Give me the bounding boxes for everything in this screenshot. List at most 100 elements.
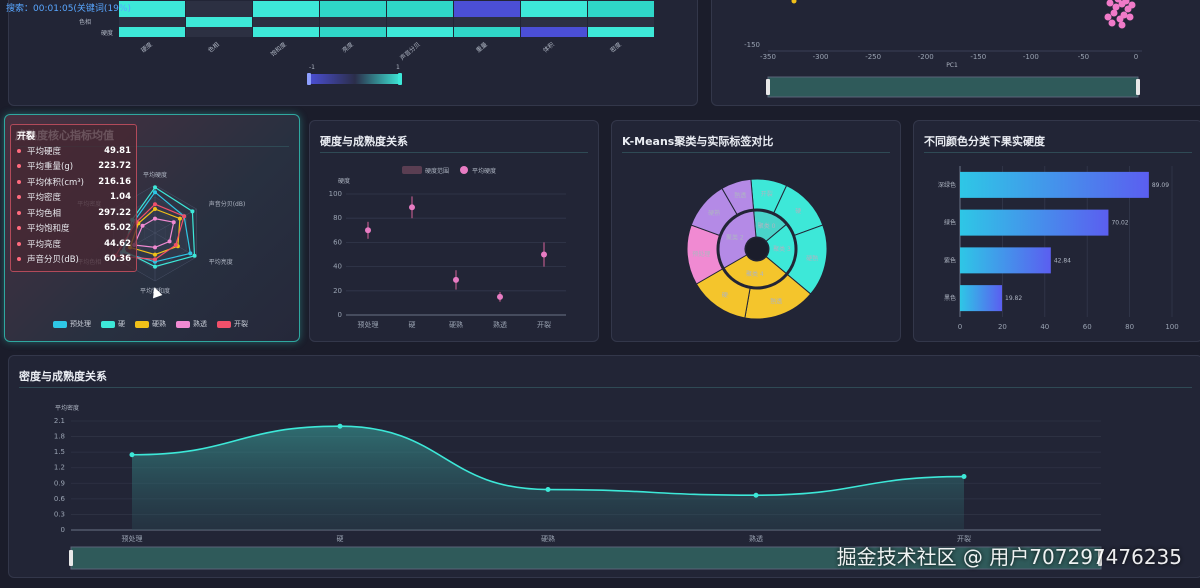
heatmap-scale-handle-min[interactable] xyxy=(307,73,311,85)
tooltip-bullet xyxy=(17,179,21,184)
heatmap-cell xyxy=(387,1,453,17)
radar-axis-label: 声音分贝(dB) xyxy=(209,200,246,208)
pca-scatter-panel: -150 -350 -300 -250 -200 -150 -100 -50 0 PC1 xyxy=(711,0,1200,106)
scatter-point xyxy=(1106,0,1114,7)
search-status-text: 搜索：00:01:05(关键词(19%) xyxy=(6,4,131,14)
tooltip-row: 平均亮度 44.62 xyxy=(11,236,136,252)
legend-label: 熟透 xyxy=(193,320,207,328)
density-x-tick: 硬 xyxy=(337,535,344,543)
pca-scatter-chart: -150 -350 -300 -250 -200 -150 -100 -50 0 PC1 xyxy=(744,0,1142,98)
scatter-zoom-handle-right[interactable] xyxy=(1136,79,1140,95)
heatmap-cell xyxy=(588,17,654,27)
density-point[interactable] xyxy=(961,474,967,480)
density-point[interactable] xyxy=(545,487,551,493)
radar-point[interactable] xyxy=(153,257,157,262)
tooltip-bullet xyxy=(17,195,21,200)
radar-legend-item[interactable]: 开裂 xyxy=(217,319,248,329)
scatter-point xyxy=(1118,21,1126,29)
radar-legend-item[interactable]: 硬 xyxy=(101,319,125,329)
tooltip-bullet xyxy=(17,226,21,231)
sunburst-outer-label: 熟透 xyxy=(734,192,746,200)
scatter-x-tick: -300 xyxy=(813,53,829,61)
hardness-avg-point[interactable] xyxy=(497,293,503,300)
hardness-y-tick: 0 xyxy=(338,311,342,319)
scatter-point-cluster xyxy=(791,0,1136,29)
density-point[interactable] xyxy=(753,492,759,498)
sunburst-inner-label: 聚类 2 xyxy=(726,233,744,241)
hardness-y-tick: 80 xyxy=(333,214,342,222)
radar-axis-label: 平均硬度 xyxy=(143,171,167,179)
tooltip-value: 49.81 xyxy=(104,145,131,156)
radar-point[interactable] xyxy=(190,209,195,214)
scatter-y-tick: -150 xyxy=(744,41,760,49)
hardness-avg-point[interactable] xyxy=(541,251,547,258)
scatter-zoom-handle-left[interactable] xyxy=(766,79,770,95)
radar-legend-item[interactable]: 熟透 xyxy=(176,319,207,329)
heatmap-cell xyxy=(186,17,252,27)
radar-legend-item[interactable]: 硬熟 xyxy=(135,319,166,329)
color-hardness-bar[interactable] xyxy=(960,285,1003,312)
radar-point[interactable] xyxy=(173,243,178,247)
heatmap-cell xyxy=(454,27,520,37)
color-x-tick: 20 xyxy=(998,323,1007,331)
radar-tooltip: 开裂 平均硬度 49.81 平均重量(g) 223.72 平均体积(cm³) 216.16… xyxy=(10,124,137,272)
radar-point[interactable] xyxy=(188,251,193,256)
radar-point[interactable] xyxy=(192,253,197,258)
radar-point[interactable] xyxy=(153,264,157,269)
radar-point[interactable] xyxy=(153,216,157,221)
tooltip-row: 平均体积(cm³) 216.16 xyxy=(11,174,136,190)
scatter-point xyxy=(1110,9,1118,17)
scatter-zoom-slider[interactable] xyxy=(767,76,1139,98)
density-x-tick: 硬熟 xyxy=(541,534,555,543)
hardness-avg-point[interactable] xyxy=(409,204,415,211)
density-point[interactable] xyxy=(337,423,343,429)
heatmap-cell xyxy=(320,1,386,17)
legend-swatch xyxy=(135,320,149,328)
radar-legend-item[interactable]: 预处理 xyxy=(53,319,91,329)
scatter-x-label: PC1 xyxy=(946,62,958,69)
color-hardness-bar[interactable] xyxy=(960,171,1149,198)
legend-swatch xyxy=(101,320,115,328)
tooltip-label: 平均亮度 xyxy=(27,239,62,250)
tooltip-label: 平均密度 xyxy=(27,193,62,204)
color-category-label: 紫色 xyxy=(944,256,956,264)
density-y-tick: 2.1 xyxy=(54,417,65,425)
radar-point[interactable] xyxy=(153,245,157,250)
heatmap-cell xyxy=(186,1,252,17)
scatter-point xyxy=(1126,13,1134,21)
density-y-tick: 0 xyxy=(61,526,65,534)
density-y-tick: 1.5 xyxy=(54,448,65,456)
radar-point[interactable] xyxy=(182,214,187,219)
radar-point[interactable] xyxy=(140,223,145,228)
radar-point[interactable] xyxy=(171,220,176,225)
heatmap-cell xyxy=(521,1,587,17)
heatmap-cell xyxy=(588,27,654,37)
color-hardness-bar[interactable] xyxy=(960,209,1109,236)
hardness-y-label: 硬度 xyxy=(338,177,350,185)
heatmap-scale-max-label: 1 xyxy=(396,64,400,71)
radar-point[interactable] xyxy=(177,216,182,221)
hardness-avg-point[interactable] xyxy=(365,227,371,234)
heatmap-cell xyxy=(521,17,587,27)
heatmap-cell xyxy=(119,17,185,27)
color-hardness-bar[interactable] xyxy=(960,247,1051,274)
radar-point[interactable] xyxy=(153,185,157,190)
tooltip-value: 1.04 xyxy=(110,192,131,203)
tooltip-bullet xyxy=(17,241,21,246)
heatmap-row-label: 硬度 xyxy=(101,29,113,37)
heatmap-scale-handle-max[interactable] xyxy=(398,73,402,85)
heatmap-panel: 硬度 色相 饱和度 亮度 声音分贝 重量 体积 密度 色相 硬度 -1 1 xyxy=(8,0,698,106)
hardness-avg-point[interactable] xyxy=(453,276,459,283)
radar-point[interactable] xyxy=(153,190,157,195)
radar-point[interactable] xyxy=(167,239,172,244)
radar-point[interactable] xyxy=(153,202,157,207)
color-hardness-panel: 不同颜色分类下果实硬度 0 20 40 60 80 100 深绿色 绿色 紫色 黑色 89.09 7… xyxy=(913,120,1200,342)
heatmap-color-scale[interactable] xyxy=(309,74,401,84)
radar-point[interactable] xyxy=(153,207,157,211)
scatter-point xyxy=(791,0,797,4)
density-zoom-handle-left[interactable] xyxy=(69,550,73,566)
heatmap-col-label: 重量 xyxy=(474,40,488,54)
radar-point[interactable] xyxy=(153,252,157,257)
tooltip-label: 平均色相 xyxy=(27,208,62,219)
density-point[interactable] xyxy=(129,452,135,458)
